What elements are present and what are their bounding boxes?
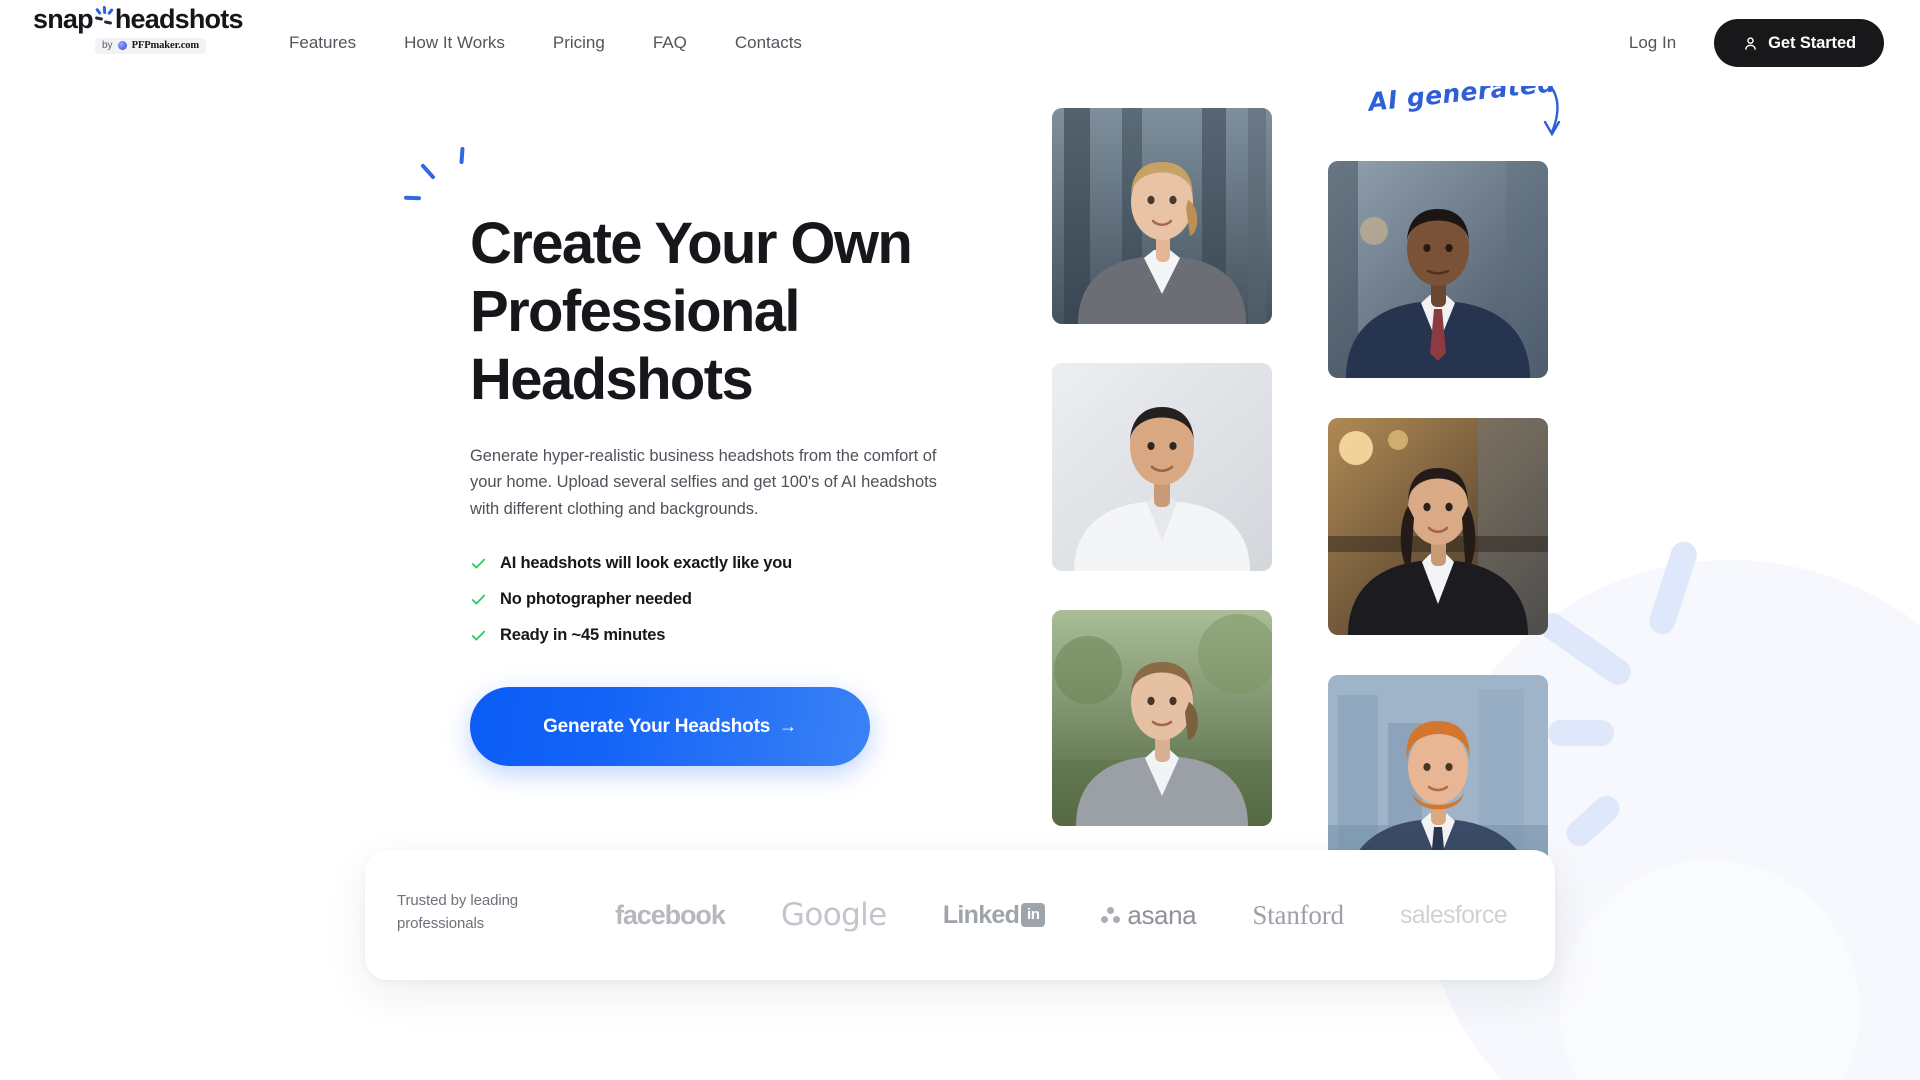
benefit-label: Ready in ~45 minutes	[500, 626, 666, 645]
landing-page: snap headshots by PFPmaker.com Features …	[0, 0, 1920, 1080]
get-started-button[interactable]: Get Started	[1714, 19, 1884, 67]
asana-wordmark: asana	[1127, 899, 1197, 930]
linkedin-wordmark: Linked	[942, 900, 1020, 929]
google-logo: Google	[780, 897, 887, 933]
headshot-image-4[interactable]	[1328, 161, 1548, 378]
arrow-right-icon: →	[779, 716, 797, 737]
logo-byline-badge[interactable]: by PFPmaker.com	[95, 38, 207, 54]
check-icon	[470, 591, 487, 608]
nav-item-features[interactable]: Features	[265, 25, 380, 61]
decor-sparkle-icon	[403, 145, 483, 215]
facebook-logo: facebook	[615, 899, 726, 930]
headshot-image-2[interactable]	[1052, 363, 1272, 571]
trusted-by-label: Trusted by leading professionals	[397, 892, 519, 932]
asana-logo: asana	[1101, 899, 1197, 931]
headshot-gallery	[1052, 108, 1552, 892]
benefit-list: AI headshots will look exactly like you …	[470, 554, 1000, 645]
ai-generated-annotation: AI generated	[1367, 68, 1561, 148]
login-link[interactable]: Log In	[1607, 25, 1698, 61]
list-item: Ready in ~45 minutes	[470, 626, 1000, 645]
benefit-label: AI headshots will look exactly like you	[500, 554, 793, 573]
gallery-column-left	[1052, 108, 1272, 826]
check-icon	[470, 627, 487, 644]
nav-item-how-it-works[interactable]: How It Works	[380, 25, 529, 61]
hero-content: Create Your Own Professional Headshots G…	[403, 146, 1000, 767]
salesforce-logo: salesforce	[1400, 900, 1508, 929]
benefit-label: No photographer needed	[500, 590, 692, 609]
list-item: No photographer needed	[470, 590, 1000, 609]
linkedin-in-icon: in	[1021, 903, 1046, 927]
generate-button-label: Generate Your Headshots	[543, 715, 771, 737]
nav-item-contacts[interactable]: Contacts	[711, 25, 826, 61]
site-header: snap headshots by PFPmaker.com Features …	[0, 0, 1920, 86]
brand-logo-row: facebook Google Linked in asana Stanford…	[605, 850, 1529, 980]
nav-item-pricing[interactable]: Pricing	[529, 25, 629, 61]
user-icon	[1742, 35, 1759, 52]
logo-wordmark: snap headshots	[33, 4, 248, 34]
sparkle-icon	[94, 5, 114, 33]
trusted-by-card: Trusted by leading professionals faceboo…	[365, 850, 1555, 980]
stanford-logo: Stanford	[1252, 899, 1344, 930]
nav-item-faq[interactable]: FAQ	[629, 25, 711, 61]
header-actions: Log In Get Started	[1607, 0, 1884, 86]
main-nav: Features How It Works Pricing FAQ Contac…	[265, 0, 826, 86]
decor-ray-3	[1548, 720, 1614, 746]
logo[interactable]: snap headshots by PFPmaker.com	[33, 4, 248, 54]
list-item: AI headshots will look exactly like you	[470, 554, 1000, 573]
logo-text-snap: snap	[33, 4, 94, 34]
get-started-label: Get Started	[1768, 33, 1856, 52]
headshot-image-1[interactable]	[1052, 108, 1272, 324]
page-title: Create Your Own Professional Headshots	[470, 211, 913, 412]
pfpmaker-icon	[117, 41, 127, 50]
headshot-image-5[interactable]	[1328, 418, 1548, 635]
byline-by: by	[102, 40, 113, 51]
check-icon	[470, 555, 487, 572]
byline-name: PFPmaker.com	[131, 40, 200, 51]
logo-text-headshots: headshots	[114, 4, 244, 34]
linkedin-logo: Linked in	[942, 900, 1046, 930]
hero-subtitle: Generate hyper-realistic business headsh…	[470, 446, 937, 519]
headshot-image-3[interactable]	[1052, 610, 1272, 826]
generate-headshots-button[interactable]: Generate Your Headshots →	[470, 687, 870, 767]
asana-dots-icon	[1101, 906, 1121, 924]
gallery-column-right	[1328, 161, 1548, 892]
